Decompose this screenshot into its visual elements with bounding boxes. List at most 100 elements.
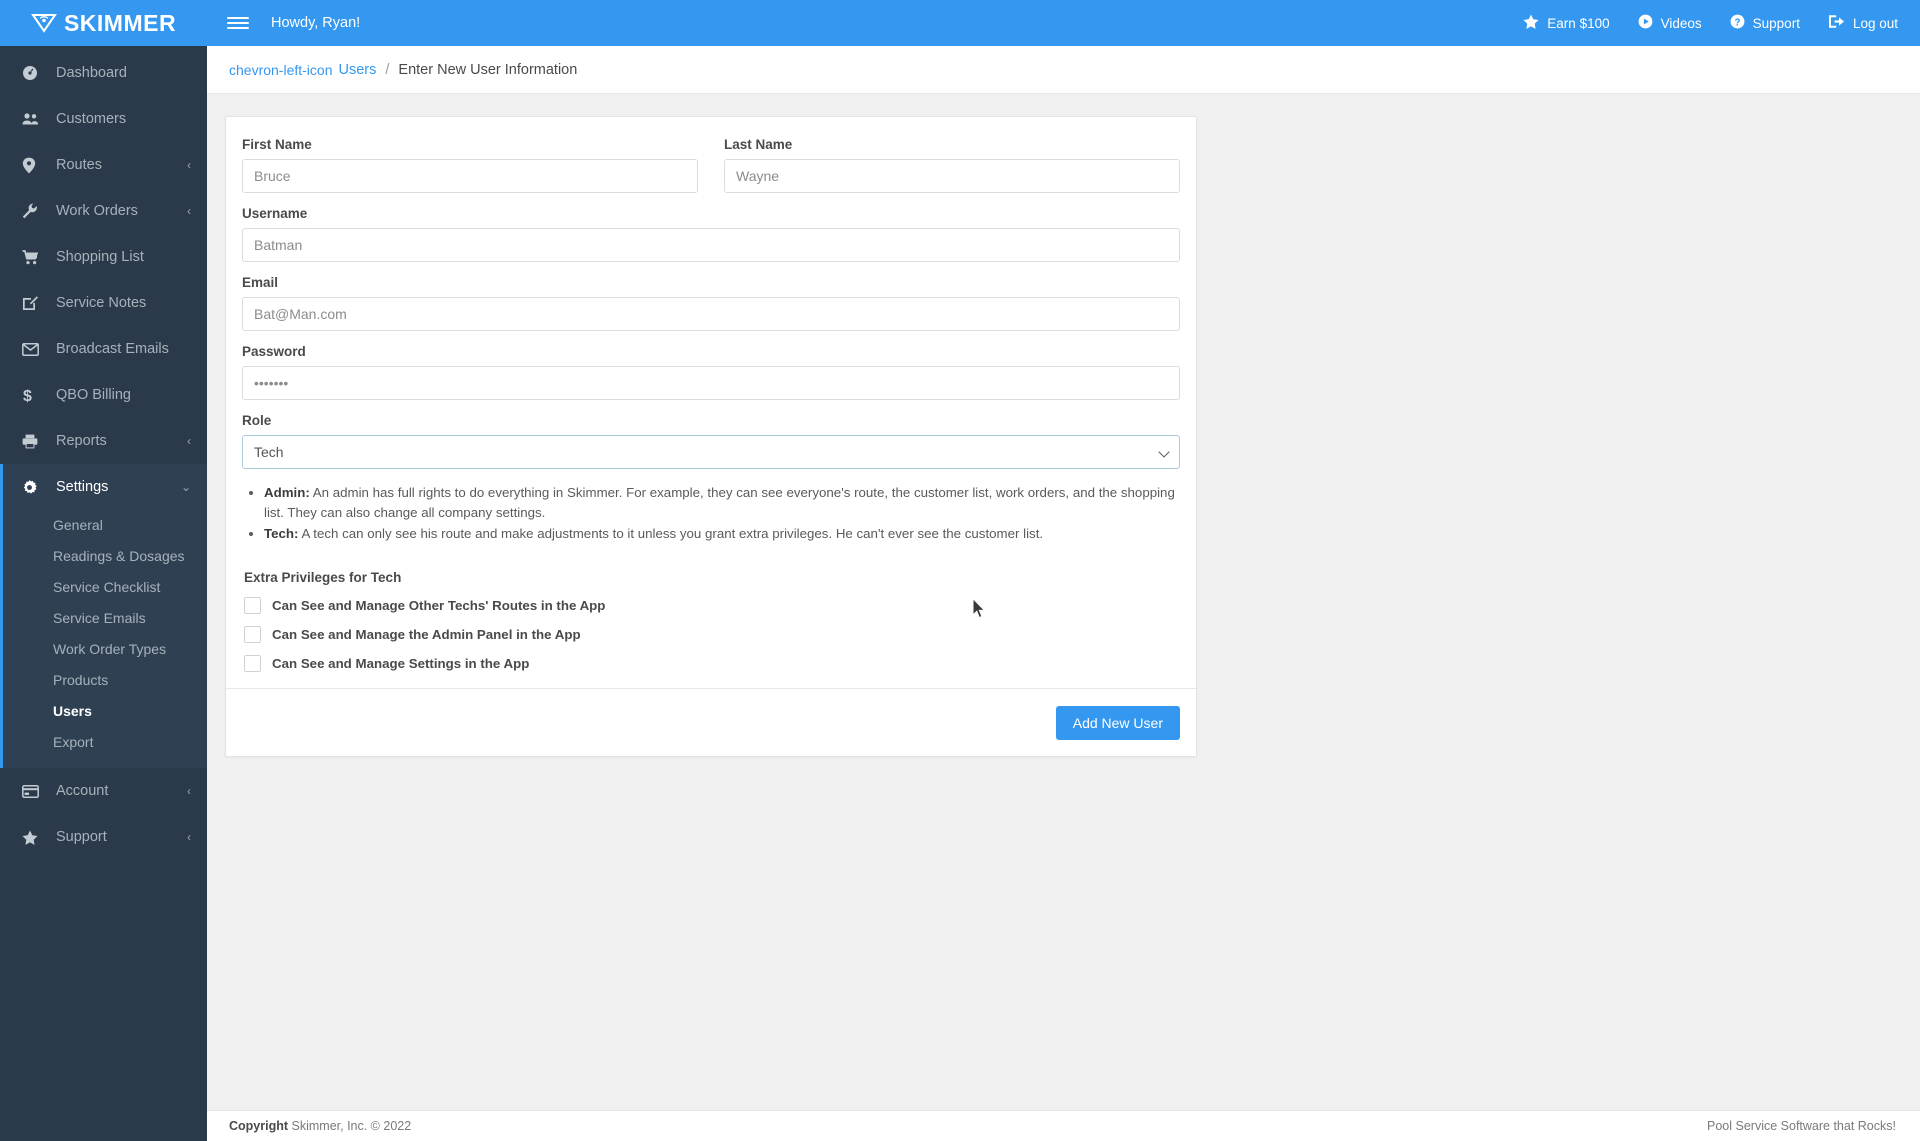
- privilege-row-admin-panel: Can See and Manage the Admin Panel in th…: [242, 625, 1180, 643]
- logout-icon: [1828, 14, 1845, 32]
- chevron-down-icon: ⌄: [180, 480, 191, 494]
- password-input[interactable]: [242, 366, 1180, 400]
- sidebar-item-settings[interactable]: Settings ⌄: [3, 464, 207, 510]
- brand-header[interactable]: SKIMMER: [0, 0, 207, 46]
- chevron-left-icon: ‹: [187, 434, 191, 448]
- checkbox-other-techs-routes[interactable]: [244, 596, 261, 614]
- sidebar-item-reports[interactable]: Reports ‹: [0, 418, 207, 464]
- chevron-left-icon: ‹: [187, 784, 191, 798]
- breadcrumb-separator: /: [385, 61, 390, 78]
- sidebar-item-broadcast-emails[interactable]: Broadcast Emails: [0, 326, 207, 372]
- sidebar-item-qbo-billing[interactable]: $ QBO Billing: [0, 372, 207, 418]
- role-note-tech-term: Tech:: [264, 526, 299, 541]
- breadcrumb-users-link[interactable]: Users: [339, 62, 377, 78]
- chevron-left-icon: chevron-left-icon: [229, 61, 333, 78]
- sidebar-item-routes[interactable]: Routes ‹: [0, 142, 207, 188]
- support-link[interactable]: ? Support: [1730, 14, 1800, 32]
- sidebar-item-work-orders[interactable]: Work Orders ‹: [0, 188, 207, 234]
- wrench-icon: [22, 203, 44, 219]
- privilege-label-other-techs-routes[interactable]: Can See and Manage Other Techs' Routes i…: [272, 598, 605, 613]
- customers-icon: [22, 112, 44, 126]
- chevron-left-icon: ‹: [187, 204, 191, 218]
- content-area: First Name Last Name Username Email: [207, 94, 1920, 1110]
- topbar-actions: Earn $100 Videos ? Support Log out: [1523, 14, 1898, 32]
- logout-label: Log out: [1852, 15, 1898, 31]
- new-user-form-card: First Name Last Name Username Email: [225, 116, 1197, 757]
- sidebar-label: Account: [56, 783, 109, 799]
- cart-icon: [22, 249, 44, 265]
- sidebar-label: Service Notes: [56, 295, 147, 311]
- role-description-list: Admin: An admin has full rights to do ev…: [242, 483, 1180, 544]
- svg-text:$: $: [23, 388, 32, 404]
- role-select-wrap: AdminTech: [242, 435, 1180, 469]
- skimmer-drop-icon: [31, 14, 57, 33]
- role-select[interactable]: AdminTech: [242, 435, 1180, 469]
- sidebar-item-dashboard[interactable]: Dashboard: [0, 50, 207, 96]
- privilege-row-settings: Can See and Manage Settings in the App: [242, 654, 1180, 672]
- map-pin-icon: [22, 157, 44, 174]
- sidebar-subitem-products[interactable]: Products: [3, 665, 207, 696]
- brand-logo: SKIMMER: [31, 10, 176, 37]
- footer-copyright-bold: Copyright: [229, 1119, 289, 1133]
- card-actions: Add New User: [242, 689, 1180, 740]
- username-input[interactable]: [242, 228, 1180, 262]
- password-label: Password: [242, 344, 306, 359]
- checkbox-admin-panel[interactable]: [244, 625, 261, 643]
- first-name-input[interactable]: [242, 159, 698, 193]
- sidebar-subitem-readings-dosages[interactable]: Readings & Dosages: [3, 541, 207, 572]
- settings-submenu: General Readings & Dosages Service Check…: [3, 510, 207, 768]
- sidebar-item-support[interactable]: Support ‹: [0, 814, 207, 860]
- sidebar-item-shopping-list[interactable]: Shopping List: [0, 234, 207, 280]
- name-row: First Name Last Name: [242, 137, 1180, 206]
- last-name-input[interactable]: [724, 159, 1180, 193]
- password-group: Password: [242, 344, 1180, 400]
- app-root: SKIMMER Dashboard Customers Routes ‹ Wor…: [0, 0, 1920, 1141]
- sidebar-item-customers[interactable]: Customers: [0, 96, 207, 142]
- earn-100-label: Earn $100: [1547, 15, 1610, 31]
- privilege-label-settings[interactable]: Can See and Manage Settings in the App: [272, 656, 529, 671]
- sidebar-label: Dashboard: [56, 65, 127, 81]
- chevron-left-icon: ‹: [187, 830, 191, 844]
- support-label: Support: [1752, 15, 1800, 31]
- hamburger-icon[interactable]: [227, 12, 249, 34]
- privilege-row-other-techs-routes: Can See and Manage Other Techs' Routes i…: [242, 596, 1180, 614]
- checkbox-settings[interactable]: [244, 654, 261, 672]
- earn-100-link[interactable]: Earn $100: [1523, 14, 1610, 32]
- sidebar-subitem-service-checklist[interactable]: Service Checklist: [3, 572, 207, 603]
- credit-card-icon: [22, 784, 44, 798]
- sidebar-subitem-export[interactable]: Export: [3, 727, 207, 758]
- sidebar-label: Shopping List: [56, 249, 144, 265]
- sidebar-label: QBO Billing: [56, 387, 131, 403]
- sidebar-label: Broadcast Emails: [56, 341, 169, 357]
- footer-copyright: Copyright Skimmer, Inc. © 2022: [229, 1119, 411, 1133]
- sidebar-subitem-work-order-types[interactable]: Work Order Types: [3, 634, 207, 665]
- role-note-tech: Tech: A tech can only see his route and …: [264, 524, 1180, 544]
- dollar-icon: $: [22, 387, 44, 404]
- sidebar-item-account[interactable]: Account ‹: [0, 768, 207, 814]
- sidebar-subitem-general[interactable]: General: [3, 510, 207, 541]
- sidebar-subitem-users[interactable]: Users: [3, 696, 207, 727]
- privilege-label-admin-panel[interactable]: Can See and Manage the Admin Panel in th…: [272, 627, 581, 642]
- role-note-tech-text: A tech can only see his route and make a…: [298, 526, 1044, 541]
- logout-link[interactable]: Log out: [1828, 14, 1898, 32]
- star-icon: [1523, 14, 1539, 32]
- videos-link[interactable]: Videos: [1638, 14, 1702, 32]
- sidebar-label: Support: [56, 829, 107, 845]
- footer-copyright-text: Skimmer, Inc. © 2022: [288, 1119, 412, 1133]
- note-edit-icon: [22, 295, 44, 311]
- brand-name: SKIMMER: [63, 9, 177, 36]
- username-label: Username: [242, 206, 308, 221]
- role-note-admin-term: Admin:: [264, 485, 310, 500]
- sidebar-item-service-notes[interactable]: Service Notes: [0, 280, 207, 326]
- role-note-admin-text: An admin has full rights to do everythin…: [264, 485, 1175, 520]
- add-new-user-button[interactable]: Add New User: [1055, 705, 1180, 740]
- topbar: Howdy, Ryan! Earn $100 Videos ? Support …: [207, 0, 1920, 46]
- role-note-admin: Admin: An admin has full rights to do ev…: [264, 483, 1180, 522]
- first-name-label: First Name: [242, 137, 312, 152]
- printer-icon: [22, 434, 44, 449]
- email-label: Email: [242, 275, 279, 290]
- email-input[interactable]: [242, 297, 1180, 331]
- sidebar-subitem-service-emails[interactable]: Service Emails: [3, 603, 207, 634]
- dashboard-icon: [22, 65, 44, 81]
- username-group: Username: [242, 206, 1180, 262]
